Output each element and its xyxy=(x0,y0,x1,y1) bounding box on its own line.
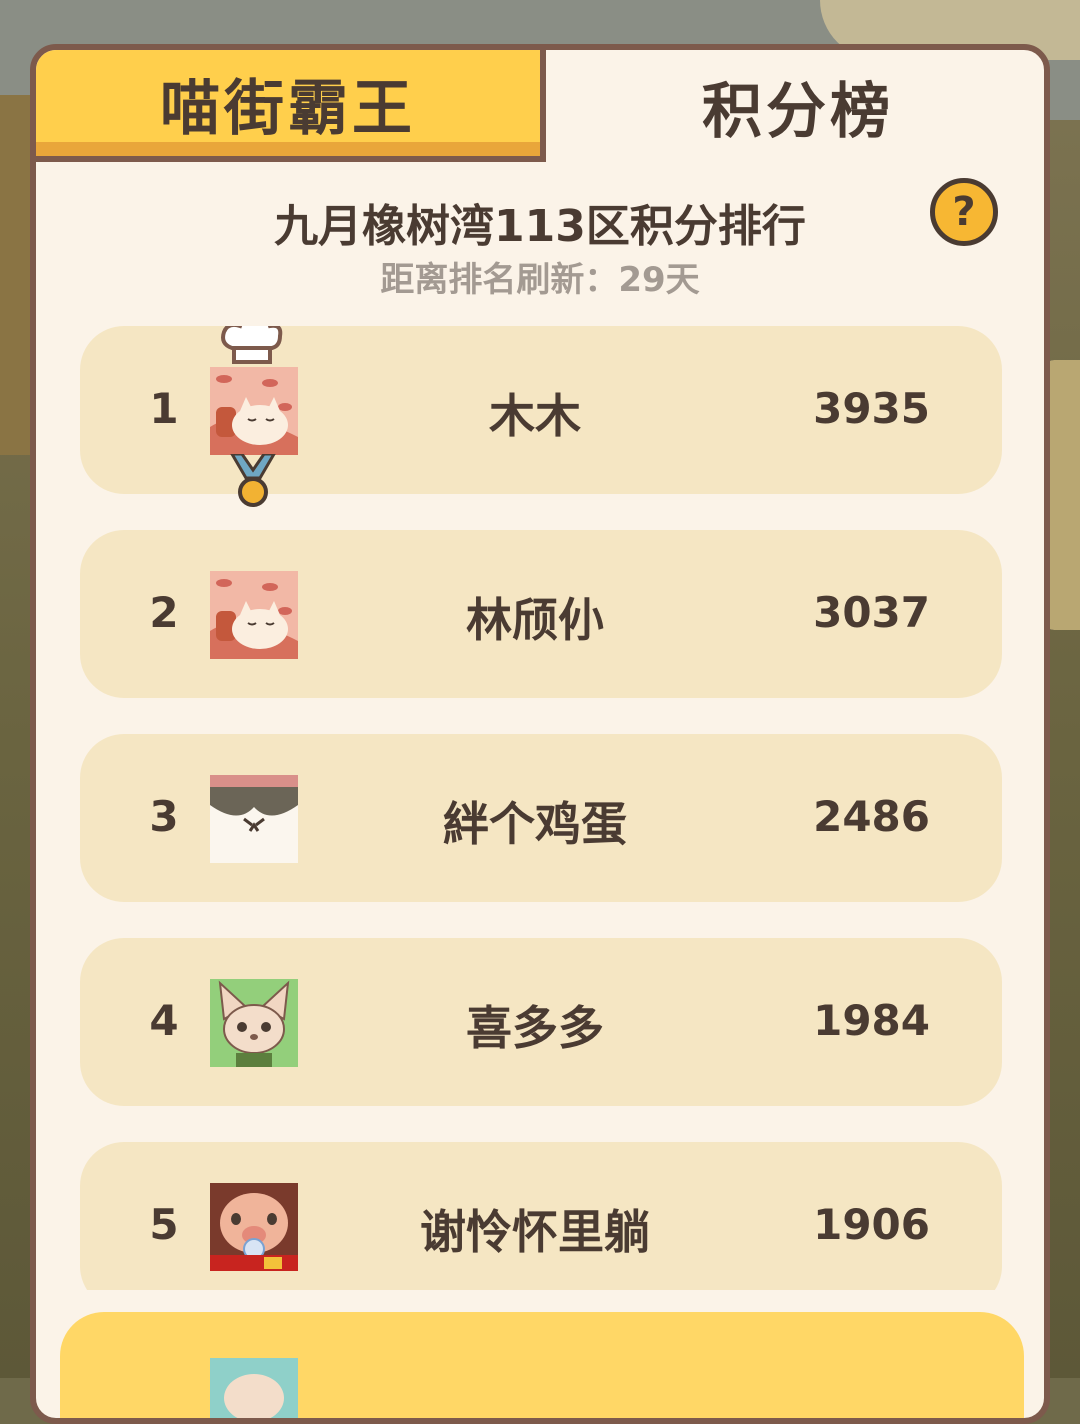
rank-number: 3 xyxy=(149,792,179,841)
player-score: 1906 xyxy=(813,1200,930,1249)
pig-avatar[interactable] xyxy=(210,1183,298,1271)
leaderboard-panel: 喵街霸王 积分榜 九月橡树湾113区积分排行 距离排名刷新：29天 ? 1 木木… xyxy=(30,44,1050,1424)
rank-number: 1 xyxy=(149,384,179,433)
tab-street-king-label: 喵街霸王 xyxy=(160,73,416,144)
player-score: 3935 xyxy=(813,384,930,433)
leaderboard-list[interactable]: 1 木木 3935 2 林颀仦 3037 3 絆个鸡蛋 2486 4 喜多多 1… xyxy=(80,326,1002,1290)
leaderboard-row[interactable]: 1 木木 3935 xyxy=(80,326,1002,507)
player-name: 喜多多 xyxy=(466,1001,604,1055)
player-name: 絆个鸡蛋 xyxy=(443,797,627,851)
leaderboard-title: 九月橡树湾113区积分排行 xyxy=(274,201,806,252)
cat-meat-avatar[interactable] xyxy=(210,367,298,455)
tab-street-king[interactable]: 喵街霸王 xyxy=(36,50,546,162)
player-score: 1984 xyxy=(813,996,930,1045)
rank-number: 2 xyxy=(149,588,179,637)
player-name: 林颀仦 xyxy=(466,593,604,647)
player-score: 3037 xyxy=(813,588,930,637)
player-score: 2486 xyxy=(813,792,930,841)
refresh-countdown: 距离排名刷新：29天 xyxy=(380,260,700,300)
leaderboard-row[interactable]: 5 谢怜怀里躺 1906 xyxy=(80,1142,1002,1290)
leaderboard-row[interactable]: 2 林颀仦 3037 xyxy=(80,530,1002,698)
rank-number: 4 xyxy=(149,996,179,1045)
rank-number: 5 xyxy=(149,1200,179,1249)
leaderboard-row[interactable]: 3 絆个鸡蛋 2486 xyxy=(80,734,1002,902)
gold-medal-icon xyxy=(230,454,276,507)
player-name: 谢怜怀里躺 xyxy=(420,1205,650,1259)
tab-points-label: 积分榜 xyxy=(702,76,894,147)
leaderboard-row[interactable]: 4 喜多多 1984 xyxy=(80,938,1002,1106)
my-rank-row[interactable] xyxy=(60,1312,1024,1418)
cat-face-avatar[interactable] xyxy=(210,775,298,863)
tab-points[interactable]: 积分榜 xyxy=(546,50,1044,162)
player-name: 木木 xyxy=(489,389,581,443)
player-avatar[interactable] xyxy=(210,1358,298,1418)
question-mark-icon[interactable]: ? xyxy=(930,178,998,246)
cat-meat-avatar[interactable] xyxy=(210,571,298,659)
chef-hat-icon xyxy=(221,326,283,364)
fox-avatar[interactable] xyxy=(210,979,298,1067)
